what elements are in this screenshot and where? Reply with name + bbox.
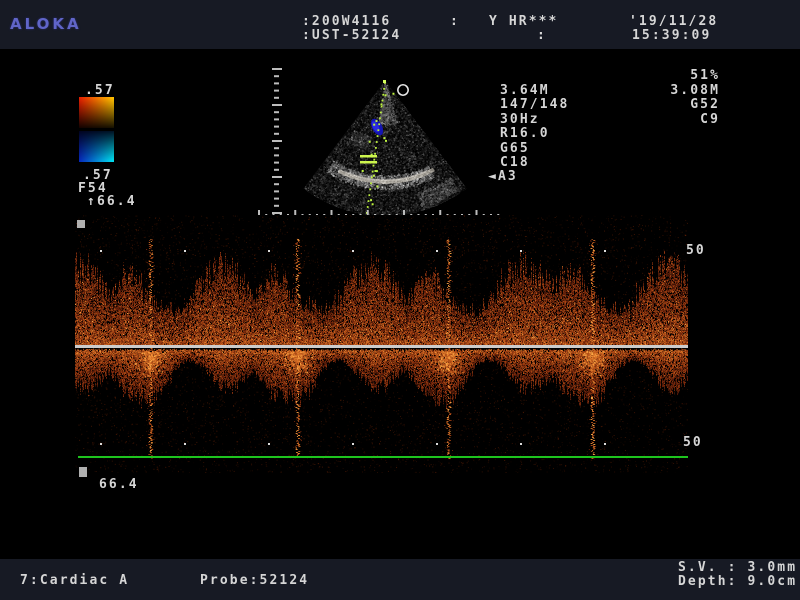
footer-bar: 7:Cardiac A Probe:52124 S.V. : 3.0mm Dep…: [0, 559, 800, 600]
color-map-reverse: [79, 131, 114, 162]
angle-value: 66.4: [97, 194, 137, 209]
depth-readout: Depth: 9.0cm: [678, 575, 797, 588]
param-frames: 147/148: [500, 98, 570, 111]
velocity-scale-bottom: 50: [683, 436, 703, 449]
aloka-logo: ALOKA: [10, 15, 82, 33]
sweep-marker-top: [77, 220, 85, 228]
velocity-scale-top: 50: [686, 244, 706, 257]
param-framerate: 30Hz: [500, 113, 540, 126]
param-contrast: C18: [500, 156, 530, 169]
param-probe-code: C9: [600, 113, 720, 126]
header-bar: ALOKA :200W4116 : Y HR*** '19/11/28 :UST…: [0, 0, 800, 49]
up-arrow-icon: ↑: [87, 194, 97, 209]
probe-model: :UST-52124: [302, 29, 401, 42]
exam-time: 15:39:09: [632, 29, 711, 42]
param-doppler-freq: 3.08M: [600, 84, 720, 97]
color-scale-top-value: .57: [85, 84, 115, 97]
param-doppler-gain: G52: [600, 98, 720, 111]
bmode-sector-image: [252, 60, 502, 220]
param-tx-freq: 3.64M: [500, 84, 550, 97]
exam-date: '19/11/28: [629, 15, 718, 28]
sweep-time-line: [78, 456, 688, 458]
ultrasound-screen: ALOKA :200W4116 : Y HR*** '19/11/28 :UST…: [0, 0, 800, 600]
probe-label: Probe:52124: [200, 574, 309, 587]
color-map-forward: [79, 97, 114, 128]
param-active-row: ◄A3: [488, 170, 518, 183]
param-gain: G65: [500, 142, 530, 155]
sample-volume-readout: S.V. : 3.0mm: [678, 561, 797, 574]
param-active-label: A3: [498, 169, 518, 184]
left-pointer-icon: ◄: [488, 169, 498, 184]
spectral-doppler-trace: [75, 215, 688, 473]
header-colon-1: :: [450, 15, 460, 28]
doppler-baseline: [75, 345, 688, 348]
sweep-marker-bottom: [79, 467, 87, 477]
machine-id: :200W4116: [302, 15, 391, 28]
patient-id: Y HR***: [489, 15, 559, 28]
angle-readout: ↑66.4: [87, 195, 137, 208]
param-power: 51%: [600, 69, 720, 82]
param-range: R16.0: [500, 127, 550, 140]
header-colon-2: :: [537, 29, 547, 42]
sweep-value: 66.4: [99, 478, 139, 491]
preset-label: 7:Cardiac A: [20, 574, 129, 587]
